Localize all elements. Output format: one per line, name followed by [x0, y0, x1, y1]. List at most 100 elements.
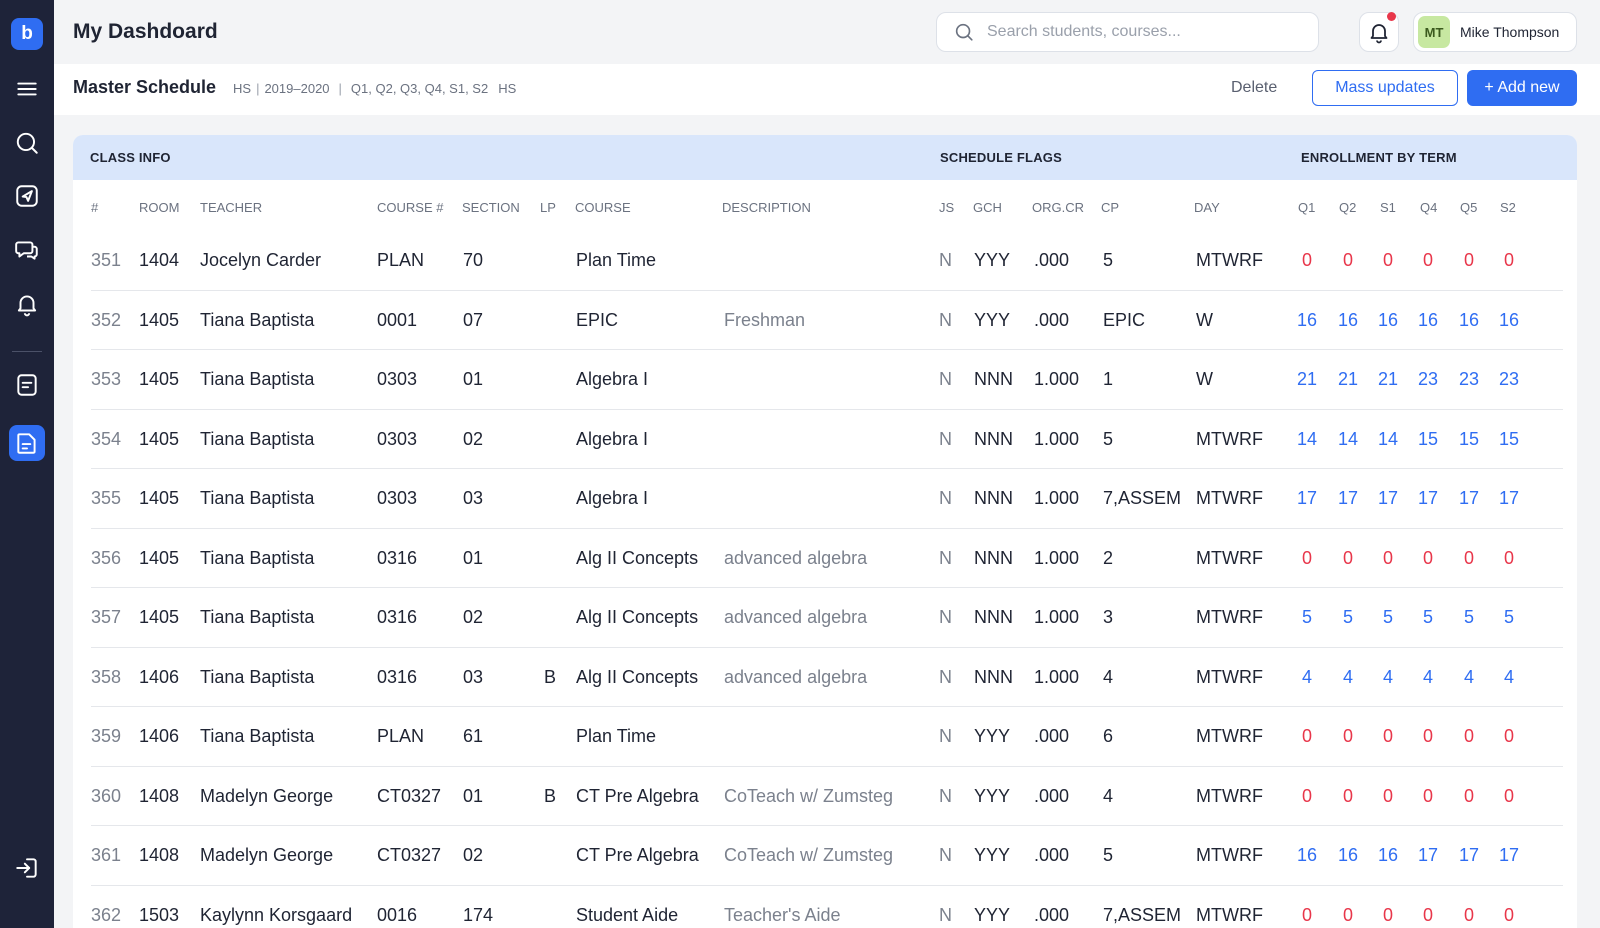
cell-enrollment[interactable]: 0 [1416, 905, 1440, 926]
sidebar-item-messages[interactable] [9, 232, 45, 268]
cell-enrollment[interactable]: 16 [1336, 310, 1360, 331]
cell-enrollment[interactable]: 0 [1336, 726, 1360, 747]
app-logo[interactable]: b [11, 18, 43, 50]
cell-enrollment[interactable]: 0 [1457, 905, 1481, 926]
col-header-section[interactable]: SECTION [462, 200, 520, 215]
cell-enrollment[interactable]: 17 [1295, 488, 1319, 509]
cell-enrollment[interactable]: 14 [1295, 429, 1319, 450]
col-header-cp[interactable]: CP [1101, 200, 1119, 215]
col-header-day[interactable]: DAY [1194, 200, 1220, 215]
cell-enrollment[interactable]: 4 [1497, 667, 1521, 688]
col-header-num[interactable]: # [91, 200, 98, 215]
delete-button[interactable]: Delete [1231, 79, 1277, 97]
table-row[interactable]: 358 1406 Tiana Baptista 0316 03 B Alg II Conce… [73, 648, 1577, 707]
table-row[interactable]: 353 1405 Tiana Baptista 0303 01 Algebra I N NNN… [73, 350, 1577, 410]
col-header-q2[interactable]: Q2 [1339, 200, 1356, 215]
cell-enrollment[interactable]: 5 [1376, 607, 1400, 628]
cell-enrollment[interactable]: 0 [1295, 905, 1319, 926]
cell-enrollment[interactable]: 16 [1457, 310, 1481, 331]
cell-enrollment[interactable]: 0 [1336, 250, 1360, 271]
cell-enrollment[interactable]: 0 [1457, 726, 1481, 747]
cell-enrollment[interactable]: 16 [1295, 845, 1319, 866]
search-bar[interactable] [936, 12, 1319, 52]
cell-enrollment[interactable]: 17 [1457, 845, 1481, 866]
sidebar-item-search[interactable] [9, 125, 45, 161]
cell-enrollment[interactable]: 0 [1416, 250, 1440, 271]
col-header-teacher[interactable]: TEACHER [200, 200, 262, 215]
cell-enrollment[interactable]: 0 [1376, 250, 1400, 271]
col-header-room[interactable]: ROOM [139, 200, 179, 215]
user-menu[interactable]: MT Mike Thompson [1413, 12, 1577, 52]
cell-enrollment[interactable]: 16 [1416, 310, 1440, 331]
cell-enrollment[interactable]: 5 [1295, 607, 1319, 628]
cell-enrollment[interactable]: 0 [1497, 786, 1521, 807]
sidebar-item-documents[interactable] [9, 367, 45, 403]
cell-enrollment[interactable]: 17 [1497, 845, 1521, 866]
cell-enrollment[interactable]: 0 [1416, 548, 1440, 569]
sidebar-item-notifications[interactable] [9, 286, 45, 322]
col-header-course-no[interactable]: COURSE # [377, 200, 443, 215]
cell-enrollment[interactable]: 23 [1497, 369, 1521, 390]
cell-enrollment[interactable]: 14 [1376, 429, 1400, 450]
cell-enrollment[interactable]: 0 [1376, 905, 1400, 926]
cell-enrollment[interactable]: 17 [1416, 488, 1440, 509]
cell-enrollment[interactable]: 0 [1336, 548, 1360, 569]
cell-enrollment[interactable]: 21 [1376, 369, 1400, 390]
cell-enrollment[interactable]: 0 [1295, 726, 1319, 747]
cell-enrollment[interactable]: 17 [1497, 488, 1521, 509]
table-row[interactable]: 360 1408 Madelyn George CT0327 01 B CT Pre Alg… [73, 767, 1577, 826]
cell-enrollment[interactable]: 0 [1497, 548, 1521, 569]
cell-enrollment[interactable]: 0 [1457, 548, 1481, 569]
cell-enrollment[interactable]: 17 [1336, 488, 1360, 509]
table-row[interactable]: 357 1405 Tiana Baptista 0316 02 Alg II Concep… [73, 588, 1577, 648]
col-header-q4[interactable]: Q4 [1420, 200, 1437, 215]
add-new-button[interactable]: + Add new [1467, 70, 1577, 106]
sidebar-item-logout[interactable] [9, 850, 45, 886]
search-input[interactable] [987, 23, 1307, 41]
cell-enrollment[interactable]: 4 [1295, 667, 1319, 688]
table-row[interactable]: 361 1408 Madelyn George CT0327 02 CT Pre Alge… [73, 826, 1577, 886]
cell-enrollment[interactable]: 0 [1336, 905, 1360, 926]
table-row[interactable]: 354 1405 Tiana Baptista 0303 02 Algebra I N NNN… [73, 410, 1577, 469]
cell-enrollment[interactable]: 0 [1336, 786, 1360, 807]
col-header-js[interactable]: JS [939, 200, 954, 215]
sidebar-item-schedule[interactable] [9, 425, 45, 461]
cell-enrollment[interactable]: 0 [1457, 250, 1481, 271]
cell-enrollment[interactable]: 4 [1416, 667, 1440, 688]
cell-enrollment[interactable]: 0 [1376, 786, 1400, 807]
table-row[interactable]: 355 1405 Tiana Baptista 0303 03 Algebra I N NNN… [73, 469, 1577, 529]
cell-enrollment[interactable]: 0 [1295, 786, 1319, 807]
cell-enrollment[interactable]: 16 [1295, 310, 1319, 331]
col-header-course[interactable]: COURSE [575, 200, 631, 215]
table-row[interactable]: 362 1503 Kaylynn Korsgaard 0016 174 Student A… [73, 886, 1577, 928]
cell-enrollment[interactable]: 0 [1416, 786, 1440, 807]
col-header-orgcr[interactable]: ORG.CR [1032, 200, 1084, 215]
col-header-q5[interactable]: Q5 [1460, 200, 1477, 215]
cell-enrollment[interactable]: 0 [1295, 548, 1319, 569]
cell-enrollment[interactable]: 0 [1295, 250, 1319, 271]
cell-enrollment[interactable]: 0 [1457, 786, 1481, 807]
cell-enrollment[interactable]: 5 [1416, 607, 1440, 628]
cell-enrollment[interactable]: 16 [1376, 310, 1400, 331]
col-header-s2[interactable]: S2 [1500, 200, 1516, 215]
cell-enrollment[interactable]: 17 [1376, 488, 1400, 509]
cell-enrollment[interactable]: 15 [1457, 429, 1481, 450]
col-header-gch[interactable]: GCH [973, 200, 1002, 215]
col-header-q1[interactable]: Q1 [1298, 200, 1315, 215]
sidebar-item-send[interactable] [9, 178, 45, 214]
cell-enrollment[interactable]: 17 [1457, 488, 1481, 509]
cell-enrollment[interactable]: 16 [1497, 310, 1521, 331]
cell-enrollment[interactable]: 4 [1457, 667, 1481, 688]
cell-enrollment[interactable]: 4 [1376, 667, 1400, 688]
cell-enrollment[interactable]: 0 [1497, 905, 1521, 926]
cell-enrollment[interactable]: 15 [1497, 429, 1521, 450]
cell-enrollment[interactable]: 15 [1416, 429, 1440, 450]
cell-enrollment[interactable]: 5 [1336, 607, 1360, 628]
cell-enrollment[interactable]: 16 [1336, 845, 1360, 866]
cell-enrollment[interactable]: 23 [1457, 369, 1481, 390]
table-row[interactable]: 351 1404 Jocelyn Carder PLAN 70 Plan Time N YYY… [73, 231, 1577, 291]
cell-enrollment[interactable]: 5 [1497, 607, 1521, 628]
cell-enrollment[interactable]: 16 [1376, 845, 1400, 866]
table-row[interactable]: 359 1406 Tiana Baptista PLAN 61 Plan Time N YYY… [73, 707, 1577, 767]
table-row[interactable]: 356 1405 Tiana Baptista 0316 01 Alg II Concep… [73, 529, 1577, 588]
